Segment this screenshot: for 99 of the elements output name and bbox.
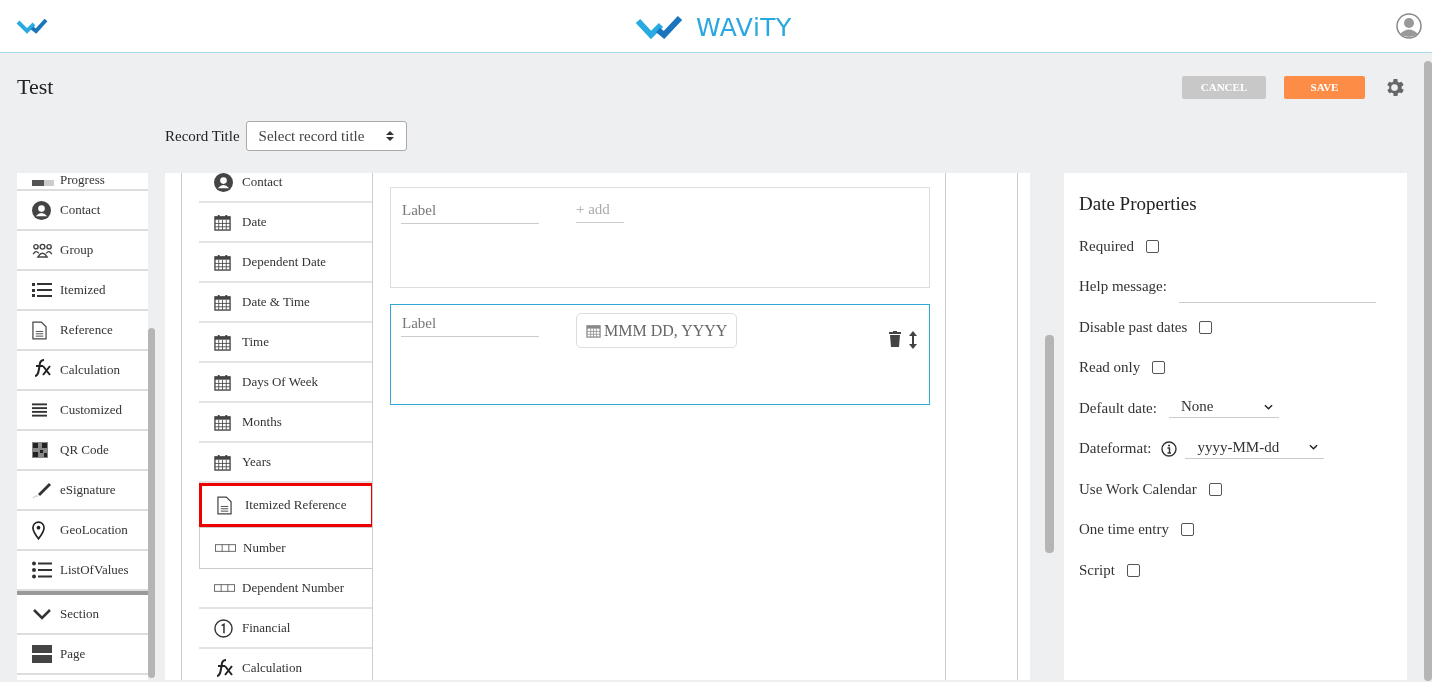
vertical-resize-icon[interactable] [909, 331, 917, 349]
scrollbar-thumb[interactable] [1045, 335, 1054, 553]
field-type-label: Years [242, 454, 271, 470]
location-pin-icon [32, 520, 45, 540]
bullet-list-icon [32, 561, 52, 579]
field-type-label: Date & Time [242, 294, 310, 310]
field-type-label: Date [242, 214, 267, 230]
field-type-item[interactable]: Time [199, 323, 372, 363]
trash-icon[interactable] [889, 331, 901, 347]
field-type-item[interactable]: Dependent Date [199, 243, 372, 283]
field-type-item[interactable]: Number [199, 527, 372, 569]
field-type-label: Months [242, 414, 282, 430]
scrollbar-thumb[interactable] [1424, 61, 1432, 681]
field-type-item[interactable]: Contact [199, 173, 372, 203]
property-label: Use Work Calendar [1079, 480, 1197, 498]
field-type-label: Financial [242, 620, 291, 636]
palette-item-label: Contact [60, 202, 101, 218]
field-type-item[interactable]: Date & Time [199, 283, 372, 323]
palette-item-label: GeoLocation [60, 522, 128, 538]
checkbox[interactable] [1181, 523, 1194, 537]
palette-item-label: Page [60, 646, 86, 662]
checkbox[interactable] [1126, 563, 1140, 577]
qr-code-icon [32, 442, 48, 458]
field-type-item[interactable]: Financial [199, 609, 372, 649]
chevron-down-icon [1309, 444, 1319, 451]
property-label: Help message: [1079, 278, 1167, 296]
lines-icon [32, 403, 47, 417]
field-type-label: Itemized Reference [245, 497, 347, 513]
record-title-select[interactable]: Select record title [245, 121, 407, 151]
record-title-label: Record Title [165, 127, 240, 145]
chevron-down-icon [1263, 403, 1273, 410]
info-icon[interactable] [1161, 440, 1178, 457]
user-icon [32, 200, 51, 220]
document-icon [217, 495, 232, 515]
field-type-label: Dependent Date [242, 254, 327, 270]
progress-icon [32, 178, 54, 188]
palette-item[interactable]: Section [17, 591, 148, 635]
property-label: Read only [1079, 359, 1141, 377]
field-type-item[interactable]: Calculation [199, 649, 372, 680]
field-type-item[interactable]: Itemized Reference [199, 483, 372, 527]
field-type-label: Time [242, 334, 269, 350]
dropdown[interactable]: yyyy-MM-dd [1185, 438, 1325, 459]
palette-item-label: Progress [60, 173, 105, 188]
calendar-icon [214, 373, 231, 391]
calendar-icon [214, 453, 231, 471]
calendar-icon [214, 293, 231, 311]
palette-item-label: eSignature [60, 482, 116, 498]
calendar-icon [214, 213, 231, 231]
property-label: Disable past dates [1079, 318, 1188, 336]
document-icon [32, 320, 47, 340]
palette-item-label: Section [60, 606, 99, 622]
field-type-label: Dependent Number [242, 580, 345, 596]
sort-caret-icon [385, 130, 394, 142]
page-icon [32, 645, 52, 663]
pen-icon [32, 481, 52, 499]
field-type-item[interactable]: Dependent Number [199, 569, 372, 609]
number-field-icon [214, 584, 235, 592]
property-label: Dateformat: [1079, 440, 1152, 458]
field-type-item[interactable]: Days Of Week [199, 363, 372, 403]
field-type-item[interactable]: Date [199, 203, 372, 243]
avatar-icon[interactable] [1396, 13, 1422, 39]
page-title: Test [17, 74, 54, 100]
field-type-label: Contact [242, 174, 283, 190]
field-type-label: Days Of Week [242, 374, 318, 390]
calendar-icon [214, 413, 231, 431]
palette-item[interactable]: Progress [17, 173, 148, 191]
calendar-icon [214, 333, 231, 351]
field-type-item[interactable]: Months [199, 403, 372, 443]
checkbox[interactable] [1146, 239, 1159, 253]
palette-item-label: Group [60, 242, 94, 258]
calendar-icon [214, 253, 231, 271]
number-field-icon [215, 544, 236, 552]
numbered-circle-icon [214, 618, 233, 638]
checkbox[interactable] [1199, 320, 1213, 334]
property-label: One time entry [1079, 521, 1169, 539]
palette-item-label: Reference [60, 322, 113, 338]
brand-name: WAViTY [696, 13, 792, 42]
calendar-icon [586, 323, 601, 338]
field-type-item[interactable]: Years [199, 443, 372, 483]
panel-title: Date Properties [1079, 193, 1198, 215]
property-label: Default date: [1079, 399, 1157, 417]
dropdown[interactable]: None [1168, 398, 1279, 419]
palette-item-label: Calculation [60, 362, 120, 378]
date-field[interactable]: MMM DD, YYYY [576, 313, 738, 348]
chevron-down-icon [32, 608, 52, 620]
palette-item-label: Itemized [60, 282, 106, 298]
property-label: Script [1079, 561, 1115, 579]
field-type-label: Number [243, 540, 286, 556]
checkbox[interactable] [1208, 482, 1222, 496]
palette-item-label: Customized [60, 402, 123, 418]
palette-item-label: QR Code [60, 442, 109, 458]
checkbox[interactable] [1152, 361, 1166, 375]
palette-item-label: ListOfValues [60, 562, 129, 578]
field-card[interactable]: Label MMM DD, YYYY [390, 304, 930, 405]
property-label: Required [1079, 237, 1134, 255]
scrollbar-thumb[interactable] [148, 328, 155, 678]
function-icon [214, 659, 234, 677]
field-type-label: Calculation [242, 660, 302, 676]
group-icon [32, 242, 53, 258]
